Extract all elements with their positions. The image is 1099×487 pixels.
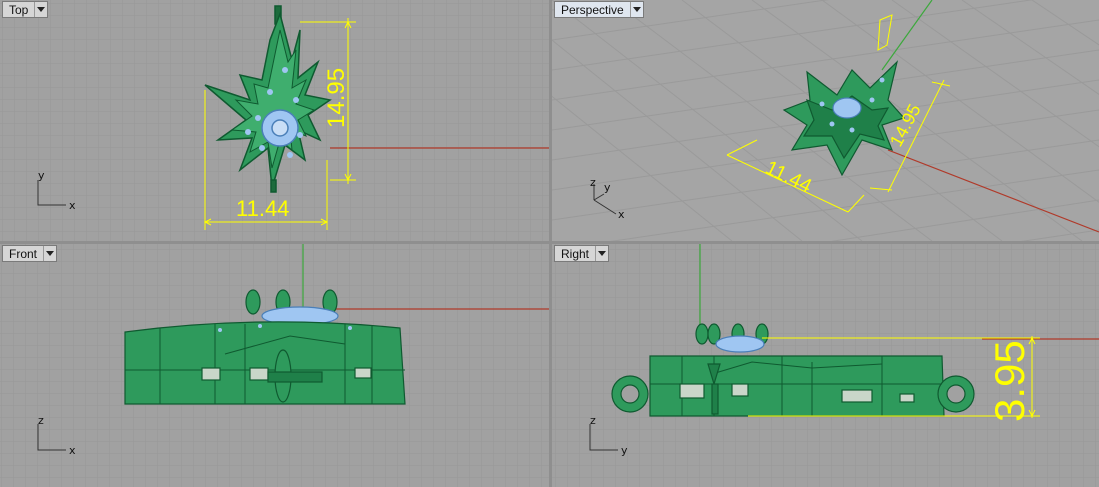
right-grid: 3.95 y z bbox=[552, 244, 1099, 487]
dropdown-arrow-icon[interactable] bbox=[595, 246, 608, 261]
perspective-grid: 11.44 14.95 x y z bbox=[552, 0, 1099, 241]
svg-text:z: z bbox=[38, 414, 44, 427]
x-axis-line bbox=[887, 149, 1099, 233]
star-model-perspective bbox=[782, 60, 906, 177]
viewport-tab-perspective[interactable]: Perspective bbox=[554, 1, 644, 18]
svg-text:y: y bbox=[621, 444, 628, 457]
svg-text:x: x bbox=[69, 444, 76, 457]
svg-text:x: x bbox=[69, 199, 76, 212]
svg-text:x: x bbox=[618, 208, 625, 221]
viewport-perspective[interactable]: 11.44 14.95 x y z Perspective bbox=[552, 0, 1099, 241]
dropdown-arrow-icon[interactable] bbox=[43, 246, 56, 261]
right-dim-height: 3.95 bbox=[986, 340, 1033, 422]
viewport-front[interactable]: x z Front bbox=[0, 244, 549, 487]
viewport-tab-right[interactable]: Right bbox=[554, 245, 610, 262]
viewport-title: Front bbox=[9, 247, 38, 261]
viewport-title: Right bbox=[561, 247, 590, 261]
top-dim-width: 11.44 bbox=[236, 196, 289, 221]
top-grid: 14.95 11.44 x y bbox=[0, 0, 549, 241]
svg-text:y: y bbox=[38, 169, 45, 182]
svg-text:z: z bbox=[590, 414, 596, 427]
dropdown-arrow-icon[interactable] bbox=[34, 2, 47, 17]
viewport-tab-front[interactable]: Front bbox=[2, 245, 58, 262]
svg-text:y: y bbox=[604, 181, 611, 194]
top-dim-height: 14.95 bbox=[323, 68, 350, 128]
dropdown-arrow-icon[interactable] bbox=[629, 2, 643, 17]
svg-text:z: z bbox=[590, 176, 596, 189]
perspective-axis-indicator: x y z bbox=[590, 176, 625, 221]
front-grid: x z bbox=[0, 244, 549, 487]
viewport-right[interactable]: 3.95 y z Right bbox=[552, 244, 1099, 487]
viewport-tab-top[interactable]: Top bbox=[2, 1, 49, 18]
viewport-title: Top bbox=[9, 3, 29, 17]
viewport-title: Perspective bbox=[561, 3, 624, 17]
persp-dim-width: 11.44 bbox=[762, 157, 815, 198]
viewport-top[interactable]: 14.95 11.44 x y Top bbox=[0, 0, 549, 241]
